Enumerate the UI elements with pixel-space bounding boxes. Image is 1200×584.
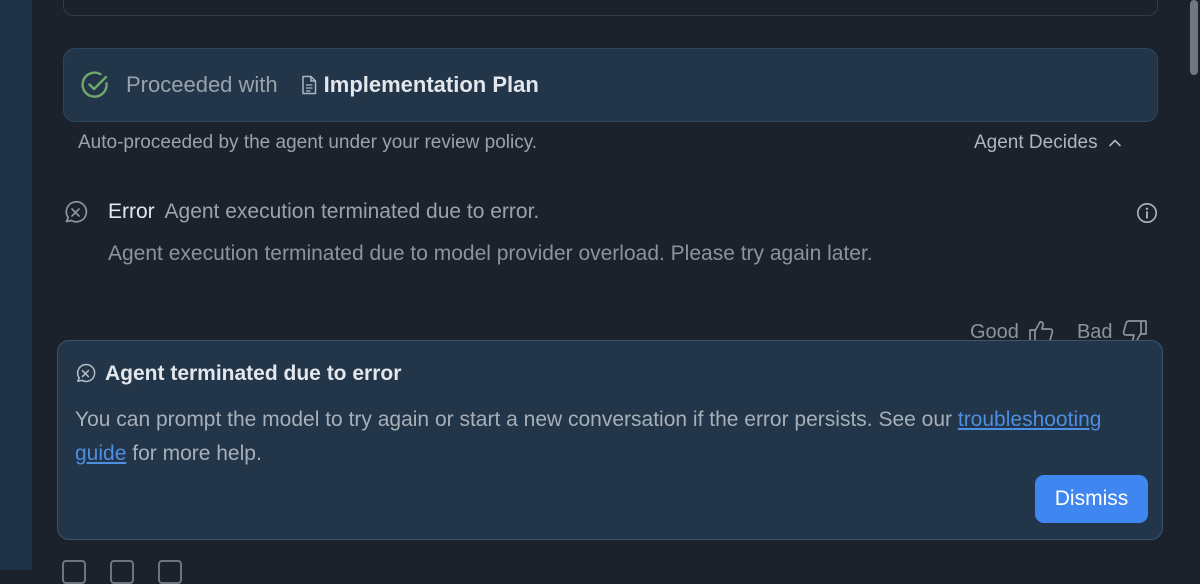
proceeded-label: Proceeded with <box>126 72 278 97</box>
review-policy-toggle[interactable]: Agent Decides <box>974 132 1122 154</box>
document-icon[interactable] <box>62 560 86 584</box>
dialog-title: Agent terminated due to error <box>105 362 402 385</box>
auto-proceed-note: Auto-proceeded by the agent under your r… <box>78 132 538 153</box>
proceeded-card: Proceeded with Implementation Plan <box>63 48 1158 122</box>
chevron-up-icon <box>1108 136 1122 150</box>
error-heading: Error Agent execution terminated due to … <box>108 200 539 224</box>
terminal-icon[interactable] <box>110 560 134 584</box>
scrollbar-thumb[interactable] <box>1190 0 1198 75</box>
left-rail <box>0 0 32 570</box>
dialog-body: You can prompt the model to try again or… <box>75 403 1135 471</box>
x-circle-icon <box>74 363 96 385</box>
implementation-plan-link[interactable]: Implementation Plan <box>324 72 539 98</box>
error-summary: Agent execution terminated due to error. <box>164 200 540 223</box>
dialog-body-text: You can prompt the model to try again or… <box>75 408 953 431</box>
x-circle-icon <box>62 200 88 226</box>
bottom-toolbar <box>62 560 182 584</box>
info-icon[interactable] <box>1136 202 1158 224</box>
scrollbar-track[interactable] <box>1188 0 1200 570</box>
check-circle-icon <box>80 70 110 100</box>
dialog-body-suffix: for more help. <box>132 442 262 465</box>
document-icon <box>300 75 318 95</box>
dismiss-button[interactable]: Dismiss <box>1035 475 1148 523</box>
chat-icon[interactable] <box>158 560 182 584</box>
review-policy-label: Agent Decides <box>974 132 1098 153</box>
previous-message-card <box>63 0 1158 16</box>
error-message: Error Agent execution terminated due to … <box>62 200 1162 280</box>
error-label: Error <box>108 200 155 223</box>
termination-dialog: Agent terminated due to error You can pr… <box>57 340 1163 540</box>
error-detail: Agent execution terminated due to model … <box>108 242 873 265</box>
